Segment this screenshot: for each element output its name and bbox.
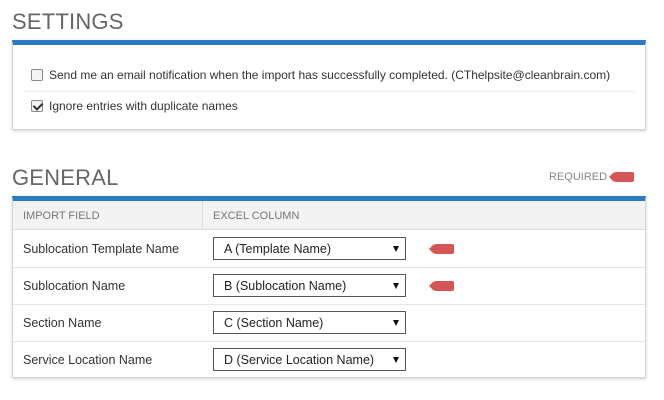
import-field-header: IMPORT FIELD <box>23 210 100 222</box>
import-field-label: Sublocation Template Name <box>23 242 180 256</box>
table-row: Sublocation Template Name A (Template Na… <box>13 231 645 268</box>
excel-column-select[interactable]: C (Section Name) <box>213 311 406 334</box>
excel-column-select[interactable]: B (Sublocation Name) <box>213 274 406 297</box>
dropdown-arrow-icon <box>393 283 399 289</box>
excel-column-select[interactable]: D (Service Location Name) <box>213 348 406 371</box>
dropdown-arrow-icon <box>393 357 399 363</box>
required-marker-icon <box>429 281 454 291</box>
required-marker-icon <box>429 244 454 254</box>
table-row: Section Name C (Section Name) <box>13 305 645 342</box>
import-field-label: Section Name <box>23 316 102 330</box>
selected-value: B (Sublocation Name) <box>224 279 347 293</box>
dropdown-arrow-icon <box>393 246 399 252</box>
table-row: Service Location Name D (Service Locatio… <box>13 342 645 379</box>
import-field-label: Sublocation Name <box>23 279 126 293</box>
excel-column-select[interactable]: A (Template Name) <box>213 237 406 260</box>
excel-column-header: EXCEL COLUMN <box>213 210 300 222</box>
settings-divider <box>23 91 635 92</box>
settings-section-title: SETTINGS <box>12 9 124 34</box>
ignore-duplicates-option[interactable]: Ignore entries with duplicate names <box>31 99 238 113</box>
table-row: Sublocation Name B (Sublocation Name) <box>13 268 645 305</box>
header-column-divider <box>202 201 203 230</box>
required-legend: REQUIRED <box>549 171 635 183</box>
ignore-duplicates-label: Ignore entries with duplicate names <box>49 99 238 113</box>
general-panel: IMPORT FIELD EXCEL COLUMN Sublocation Te… <box>12 196 646 378</box>
selected-value: C (Section Name) <box>224 316 324 330</box>
email-notification-checkbox[interactable] <box>31 69 43 81</box>
settings-panel: Send me an email notification when the i… <box>12 40 646 130</box>
email-notification-label: Send me an email notification when the i… <box>49 68 611 82</box>
mapping-table-header: IMPORT FIELD EXCEL COLUMN <box>13 201 645 230</box>
general-section-title: GENERAL <box>12 165 119 190</box>
dropdown-arrow-icon <box>393 320 399 326</box>
selected-value: D (Service Location Name) <box>224 353 375 367</box>
required-marker-icon <box>609 172 635 182</box>
email-notification-option[interactable]: Send me an email notification when the i… <box>31 68 610 82</box>
required-legend-label: REQUIRED <box>549 171 608 183</box>
ignore-duplicates-checkbox[interactable] <box>31 100 43 112</box>
selected-value: A (Template Name) <box>224 242 331 256</box>
import-field-label: Service Location Name <box>23 353 153 367</box>
